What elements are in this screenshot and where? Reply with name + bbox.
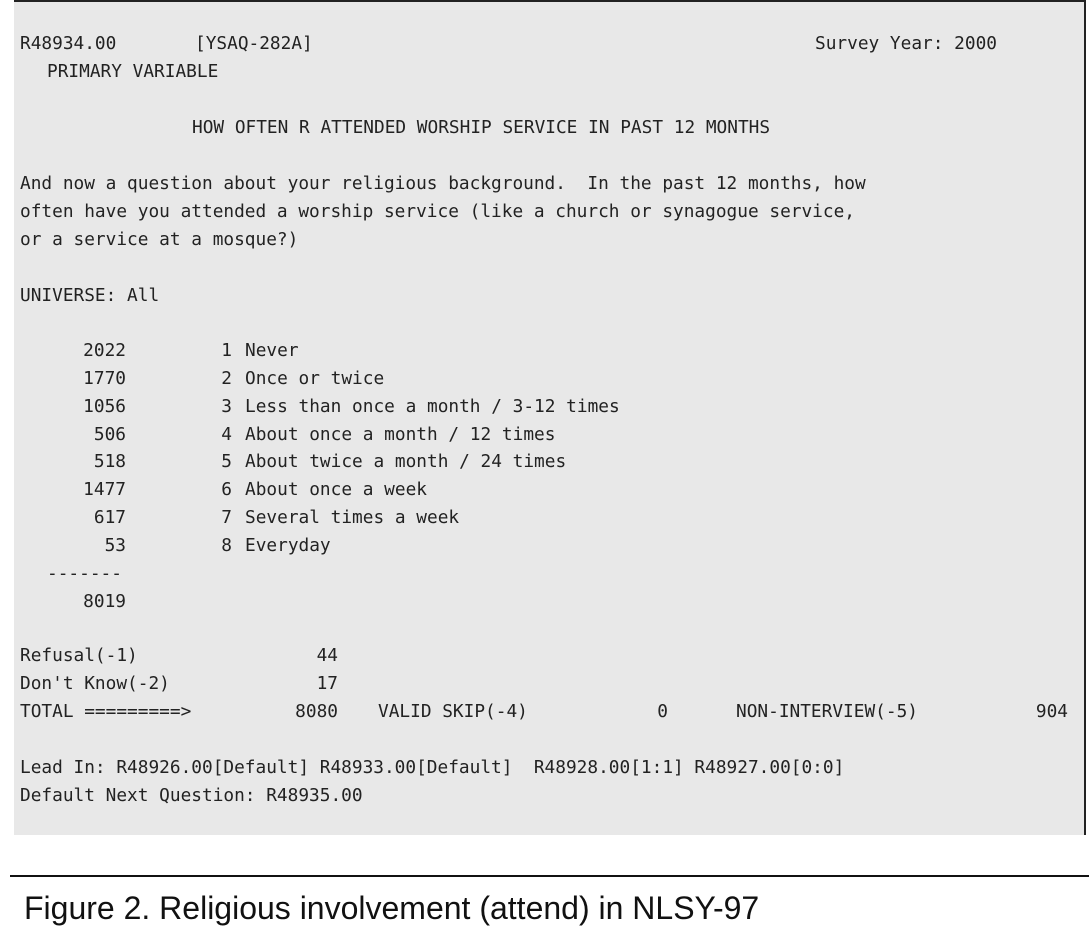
page: R48934.00 [YSAQ-282A] Survey Year: 2000 …	[0, 0, 1089, 952]
lead-in: Lead In: R48926.00[Default] R48933.00[De…	[20, 757, 845, 778]
response-code: 6	[221, 479, 232, 500]
valid-skip-label: VALID SKIP(-4)	[378, 701, 528, 722]
response-code: 1	[221, 340, 232, 361]
default-next-question: Default Next Question: R48935.00	[20, 785, 363, 806]
survey-year: Survey Year: 2000	[815, 33, 997, 54]
refusal-label: Refusal(-1)	[20, 645, 138, 666]
response-count: 617	[93, 507, 126, 528]
response-count: 518	[93, 451, 126, 472]
figure-caption: Figure 2. Religious involvement (attend)…	[24, 890, 760, 926]
response-code: 5	[221, 451, 232, 472]
response-label: About once a month / 12 times	[245, 424, 556, 445]
total-count: 8080	[295, 701, 338, 722]
total-label: TOTAL =========>	[20, 701, 192, 722]
response-count: 1056	[83, 396, 126, 417]
response-code: 8	[221, 535, 232, 556]
valid-skip-count: 0	[657, 701, 668, 722]
response-count: 2022	[83, 340, 126, 361]
caption-divider	[10, 875, 1089, 877]
response-code: 2	[221, 368, 232, 389]
response-code: 7	[221, 507, 232, 528]
response-label: Once or twice	[245, 368, 385, 389]
variable-id: R48934.00	[20, 33, 117, 54]
response-count: 506	[93, 424, 126, 445]
response-label: About once a week	[245, 479, 427, 500]
question-text-line: or a service at a mosque?)	[20, 229, 299, 250]
refusal-count: 44	[316, 645, 338, 666]
response-code: 4	[221, 424, 232, 445]
subtotal-count: 8019	[83, 591, 126, 612]
response-label: About twice a month / 24 times	[245, 451, 567, 472]
subtotal-separator: -------	[47, 563, 122, 584]
dont-know-count: 17	[316, 673, 338, 694]
response-label: Less than once a month / 3-12 times	[245, 396, 620, 417]
response-label: Everyday	[245, 535, 331, 556]
dont-know-label: Don't Know(-2)	[20, 673, 170, 694]
response-label: Several times a week	[245, 507, 460, 528]
question-text-line: often have you attended a worship servic…	[20, 201, 856, 222]
question-text-line: And now a question about your religious …	[20, 173, 866, 194]
variable-type: PRIMARY VARIABLE	[47, 61, 219, 82]
response-count: 1477	[83, 479, 126, 500]
non-interview-count: 904	[1035, 701, 1068, 722]
universe: UNIVERSE: All	[20, 285, 160, 306]
response-label: Never	[245, 340, 299, 361]
variable-title: HOW OFTEN R ATTENDED WORSHIP SERVICE IN …	[192, 117, 771, 138]
response-count: 1770	[83, 368, 126, 389]
response-count: 53	[104, 535, 126, 556]
non-interview-label: NON-INTERVIEW(-5)	[736, 701, 918, 722]
question-code: [YSAQ-282A]	[195, 33, 313, 54]
response-code: 3	[221, 396, 232, 417]
